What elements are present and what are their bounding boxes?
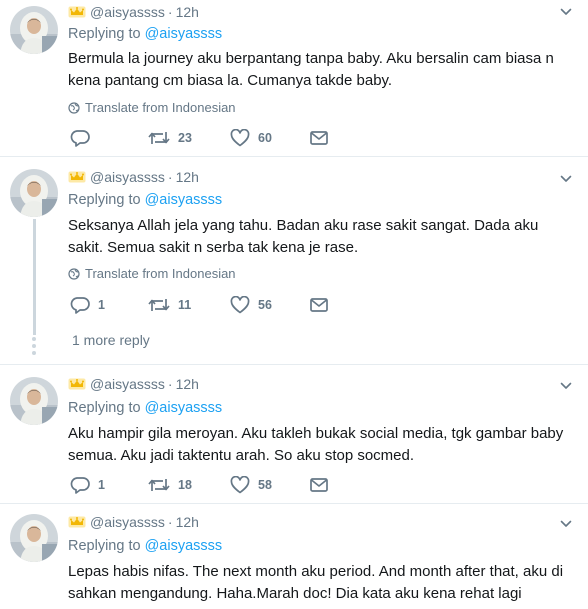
replying-prefix: Replying to [68,26,141,42]
replying-to: Replying to @aisyassss [68,192,222,208]
avatar[interactable] [10,169,58,217]
globe-icon [68,268,80,280]
tweet-3[interactable]: @aisyassss · 12h Replying to @aisyassss … [0,365,588,504]
dm-button[interactable] [310,131,328,145]
chevron-down-icon[interactable] [560,173,572,185]
chevron-down-icon[interactable] [560,380,572,392]
tweet-actions: 1 11 56 [68,296,468,316]
avatar[interactable] [10,514,58,562]
user-handle[interactable]: @aisyassss [90,4,165,20]
retweet-icon [148,476,170,494]
tweet-4[interactable]: @aisyassss · 12h Replying to @aisyassss … [0,504,588,609]
retweet-button[interactable]: 18 [148,476,192,494]
tweet-1[interactable]: @aisyassss · 12h Replying to @aisyassss … [0,0,588,157]
reply-icon [70,296,90,314]
mention-link[interactable]: @aisyassss [145,538,223,554]
tweet-header: @aisyassss · 12h [68,2,199,22]
avatar[interactable] [10,6,58,54]
like-count: 60 [258,131,272,145]
reply-button[interactable]: 1 [70,476,105,494]
chevron-down-icon[interactable] [560,518,572,530]
mention-link[interactable]: @aisyassss [145,26,223,42]
reply-icon [70,476,90,494]
user-handle[interactable]: @aisyassss [90,169,165,185]
reply-icon [70,129,90,147]
tweet-2[interactable]: @aisyassss · 12h Replying to @aisyassss … [0,157,588,365]
tweet-actions: 23 60 [68,129,468,149]
translate-label: Translate from Indonesian [85,266,236,281]
tweet-text: Aku hampir gila meroyan. Aku takleh buka… [68,425,564,464]
retweet-button[interactable]: 11 [148,296,191,314]
tweet-header: @aisyassss · 12h [68,512,199,532]
like-count: 56 [258,298,272,312]
crown-icon [68,6,86,18]
separator-dot: · [167,514,173,530]
timestamp[interactable]: 12h [176,169,199,185]
retweet-count: 23 [178,131,192,145]
separator-dot: · [167,169,173,185]
tweet-text: Lepas habis nifas. The next month aku pe… [68,563,564,602]
mention-link[interactable]: @aisyassss [145,400,223,416]
heart-icon [230,296,250,314]
crown-icon [68,516,86,528]
tweet-text: Bermula la journey aku berpantang tanpa … [68,50,554,89]
timestamp[interactable]: 12h [176,4,199,20]
replying-prefix: Replying to [68,538,141,554]
translate-label: Translate from Indonesian [85,100,236,115]
separator-dot: · [167,4,173,20]
envelope-icon [310,478,328,492]
translate-link[interactable]: Translate from Indonesian [68,266,236,281]
like-count: 58 [258,478,272,492]
tweet-text: Seksanya Allah jela yang tahu. Badan aku… [68,217,539,256]
retweet-button[interactable]: 23 [148,129,192,147]
like-button[interactable]: 60 [230,129,272,147]
tweet-header: @aisyassss · 12h [68,167,199,187]
reply-count: 1 [98,478,105,492]
like-button[interactable]: 56 [230,296,272,314]
replying-to: Replying to @aisyassss [68,538,222,554]
retweet-icon [148,296,170,314]
avatar[interactable] [10,377,58,425]
reply-count: 1 [98,298,105,312]
translate-link[interactable]: Translate from Indonesian [68,100,236,115]
thread-line [33,219,36,335]
globe-icon [68,102,80,114]
replying-to: Replying to @aisyassss [68,400,222,416]
crown-icon [68,378,86,390]
separator-dot: · [167,376,173,392]
crown-icon [68,171,86,183]
retweet-icon [148,129,170,147]
heart-icon [230,129,250,147]
replying-to: Replying to @aisyassss [68,26,222,42]
mention-link[interactable]: @aisyassss [145,192,223,208]
reply-button[interactable] [70,129,98,147]
user-handle[interactable]: @aisyassss [90,514,165,530]
reply-button[interactable]: 1 [70,296,105,314]
tweet-header: @aisyassss · 12h [68,374,199,394]
more-replies-dots [32,337,36,358]
dm-button[interactable] [310,478,328,492]
user-handle[interactable]: @aisyassss [90,376,165,392]
timestamp[interactable]: 12h [176,514,199,530]
like-button[interactable]: 58 [230,476,272,494]
chevron-down-icon[interactable] [560,6,572,18]
more-replies-link[interactable]: 1 more reply [72,332,150,348]
retweet-count: 11 [178,298,192,312]
replying-prefix: Replying to [68,400,141,416]
timestamp[interactable]: 12h [176,376,199,392]
replying-prefix: Replying to [68,192,141,208]
envelope-icon [310,131,328,145]
heart-icon [230,476,250,494]
tweet-actions: 1 18 58 [68,476,468,496]
dm-button[interactable] [310,298,328,312]
retweet-count: 18 [178,478,192,492]
envelope-icon [310,298,328,312]
